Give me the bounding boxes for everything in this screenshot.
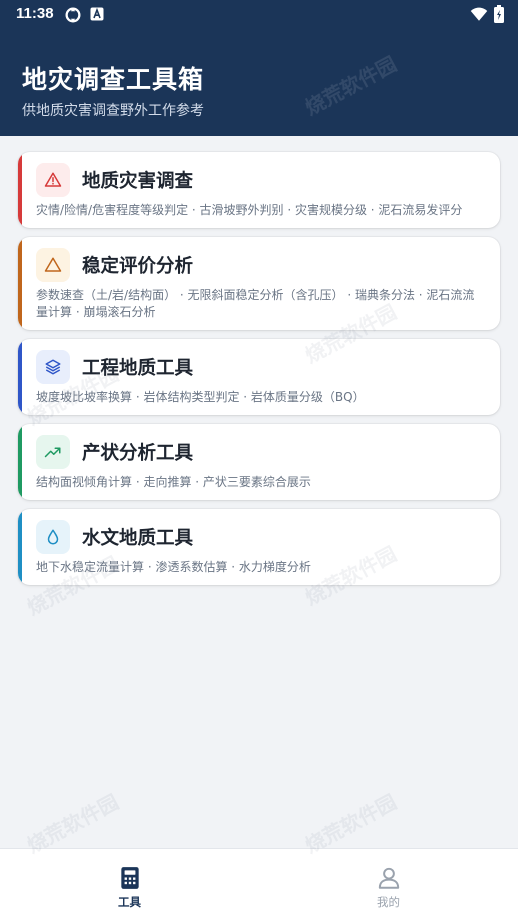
card-accent-bar <box>18 509 22 585</box>
page-subtitle: 供地质灾害调查野外工作参考 <box>22 103 204 119</box>
card-accent-bar <box>18 424 22 500</box>
card-attitude-analysis[interactable]: 产状分析工具 结构面视倾角计算 · 走向推算 · 产状三要素综合展示 <box>18 424 500 500</box>
card-geohazard-survey[interactable]: 地质灾害调查 灾情/险情/危害程度等级判定 · 古滑坡野外判别 · 灾害规模分级… <box>18 152 500 228</box>
card-title: 稳定评价分析 <box>82 256 194 277</box>
nav-tab-mine[interactable]: 我的 <box>259 849 518 923</box>
card-hydrogeology[interactable]: 水文地质工具 地下水稳定流量计算 · 渗透系数估算 · 水力梯度分析 <box>18 509 500 585</box>
card-description: 地下水稳定流量计算 · 渗透系数估算 · 水力梯度分析 <box>36 560 311 574</box>
card-stability-analysis[interactable]: 稳定评价分析 参数速查（土/岩/结构面） · 无限斜面稳定分析（含孔压） · 瑞… <box>18 237 500 330</box>
bottom-navigation: 工具 我的 <box>0 848 518 923</box>
card-description: 灾情/险情/危害程度等级判定 · 古滑坡野外判别 · 灾害规模分级 · 泥石流易… <box>36 203 463 217</box>
layers-icon <box>36 350 70 384</box>
card-accent-bar <box>18 152 22 228</box>
app-header: 11:38 地灾调查工具箱 供地质灾害调查野外工作参考 <box>0 0 518 136</box>
nav-label-tools: 工具 <box>118 895 141 909</box>
warning-triangle-icon <box>36 163 70 197</box>
card-description: 参数速查（土/岩/结构面） · 无限斜面稳定分析（含孔压） · 瑞典条分法 · … <box>36 288 475 319</box>
card-title: 产状分析工具 <box>82 443 194 464</box>
card-title: 工程地质工具 <box>82 358 194 379</box>
sync-status-icon <box>65 7 81 23</box>
triangle-outline-icon <box>36 248 70 282</box>
wifi-icon <box>470 7 488 21</box>
trending-up-icon <box>36 435 70 469</box>
card-accent-bar <box>18 237 22 330</box>
card-title: 地质灾害调查 <box>82 171 194 192</box>
status-time: 11:38 <box>16 5 54 22</box>
tool-category-list: 地质灾害调查 灾情/险情/危害程度等级判定 · 古滑坡野外判别 · 灾害规模分级… <box>18 152 500 594</box>
page-title: 地灾调查工具箱 <box>22 65 205 94</box>
status-bar: 11:38 <box>0 0 518 28</box>
nav-label-mine: 我的 <box>377 895 400 909</box>
card-engineering-geology[interactable]: 工程地质工具 坡度坡比坡率换算 · 岩体结构类型判定 · 岩体质量分级（BQ） <box>18 339 500 415</box>
nav-tab-tools[interactable]: 工具 <box>0 849 259 923</box>
keyboard-a-icon <box>90 7 104 21</box>
calculator-icon <box>120 867 139 889</box>
card-accent-bar <box>18 339 22 415</box>
card-description: 结构面视倾角计算 · 走向推算 · 产状三要素综合展示 <box>36 475 311 489</box>
user-icon <box>378 867 399 889</box>
card-title: 水文地质工具 <box>82 528 194 549</box>
water-drop-icon <box>36 520 70 554</box>
card-description: 坡度坡比坡率换算 · 岩体结构类型判定 · 岩体质量分级（BQ） <box>36 390 365 404</box>
battery-charging-icon <box>494 5 504 23</box>
